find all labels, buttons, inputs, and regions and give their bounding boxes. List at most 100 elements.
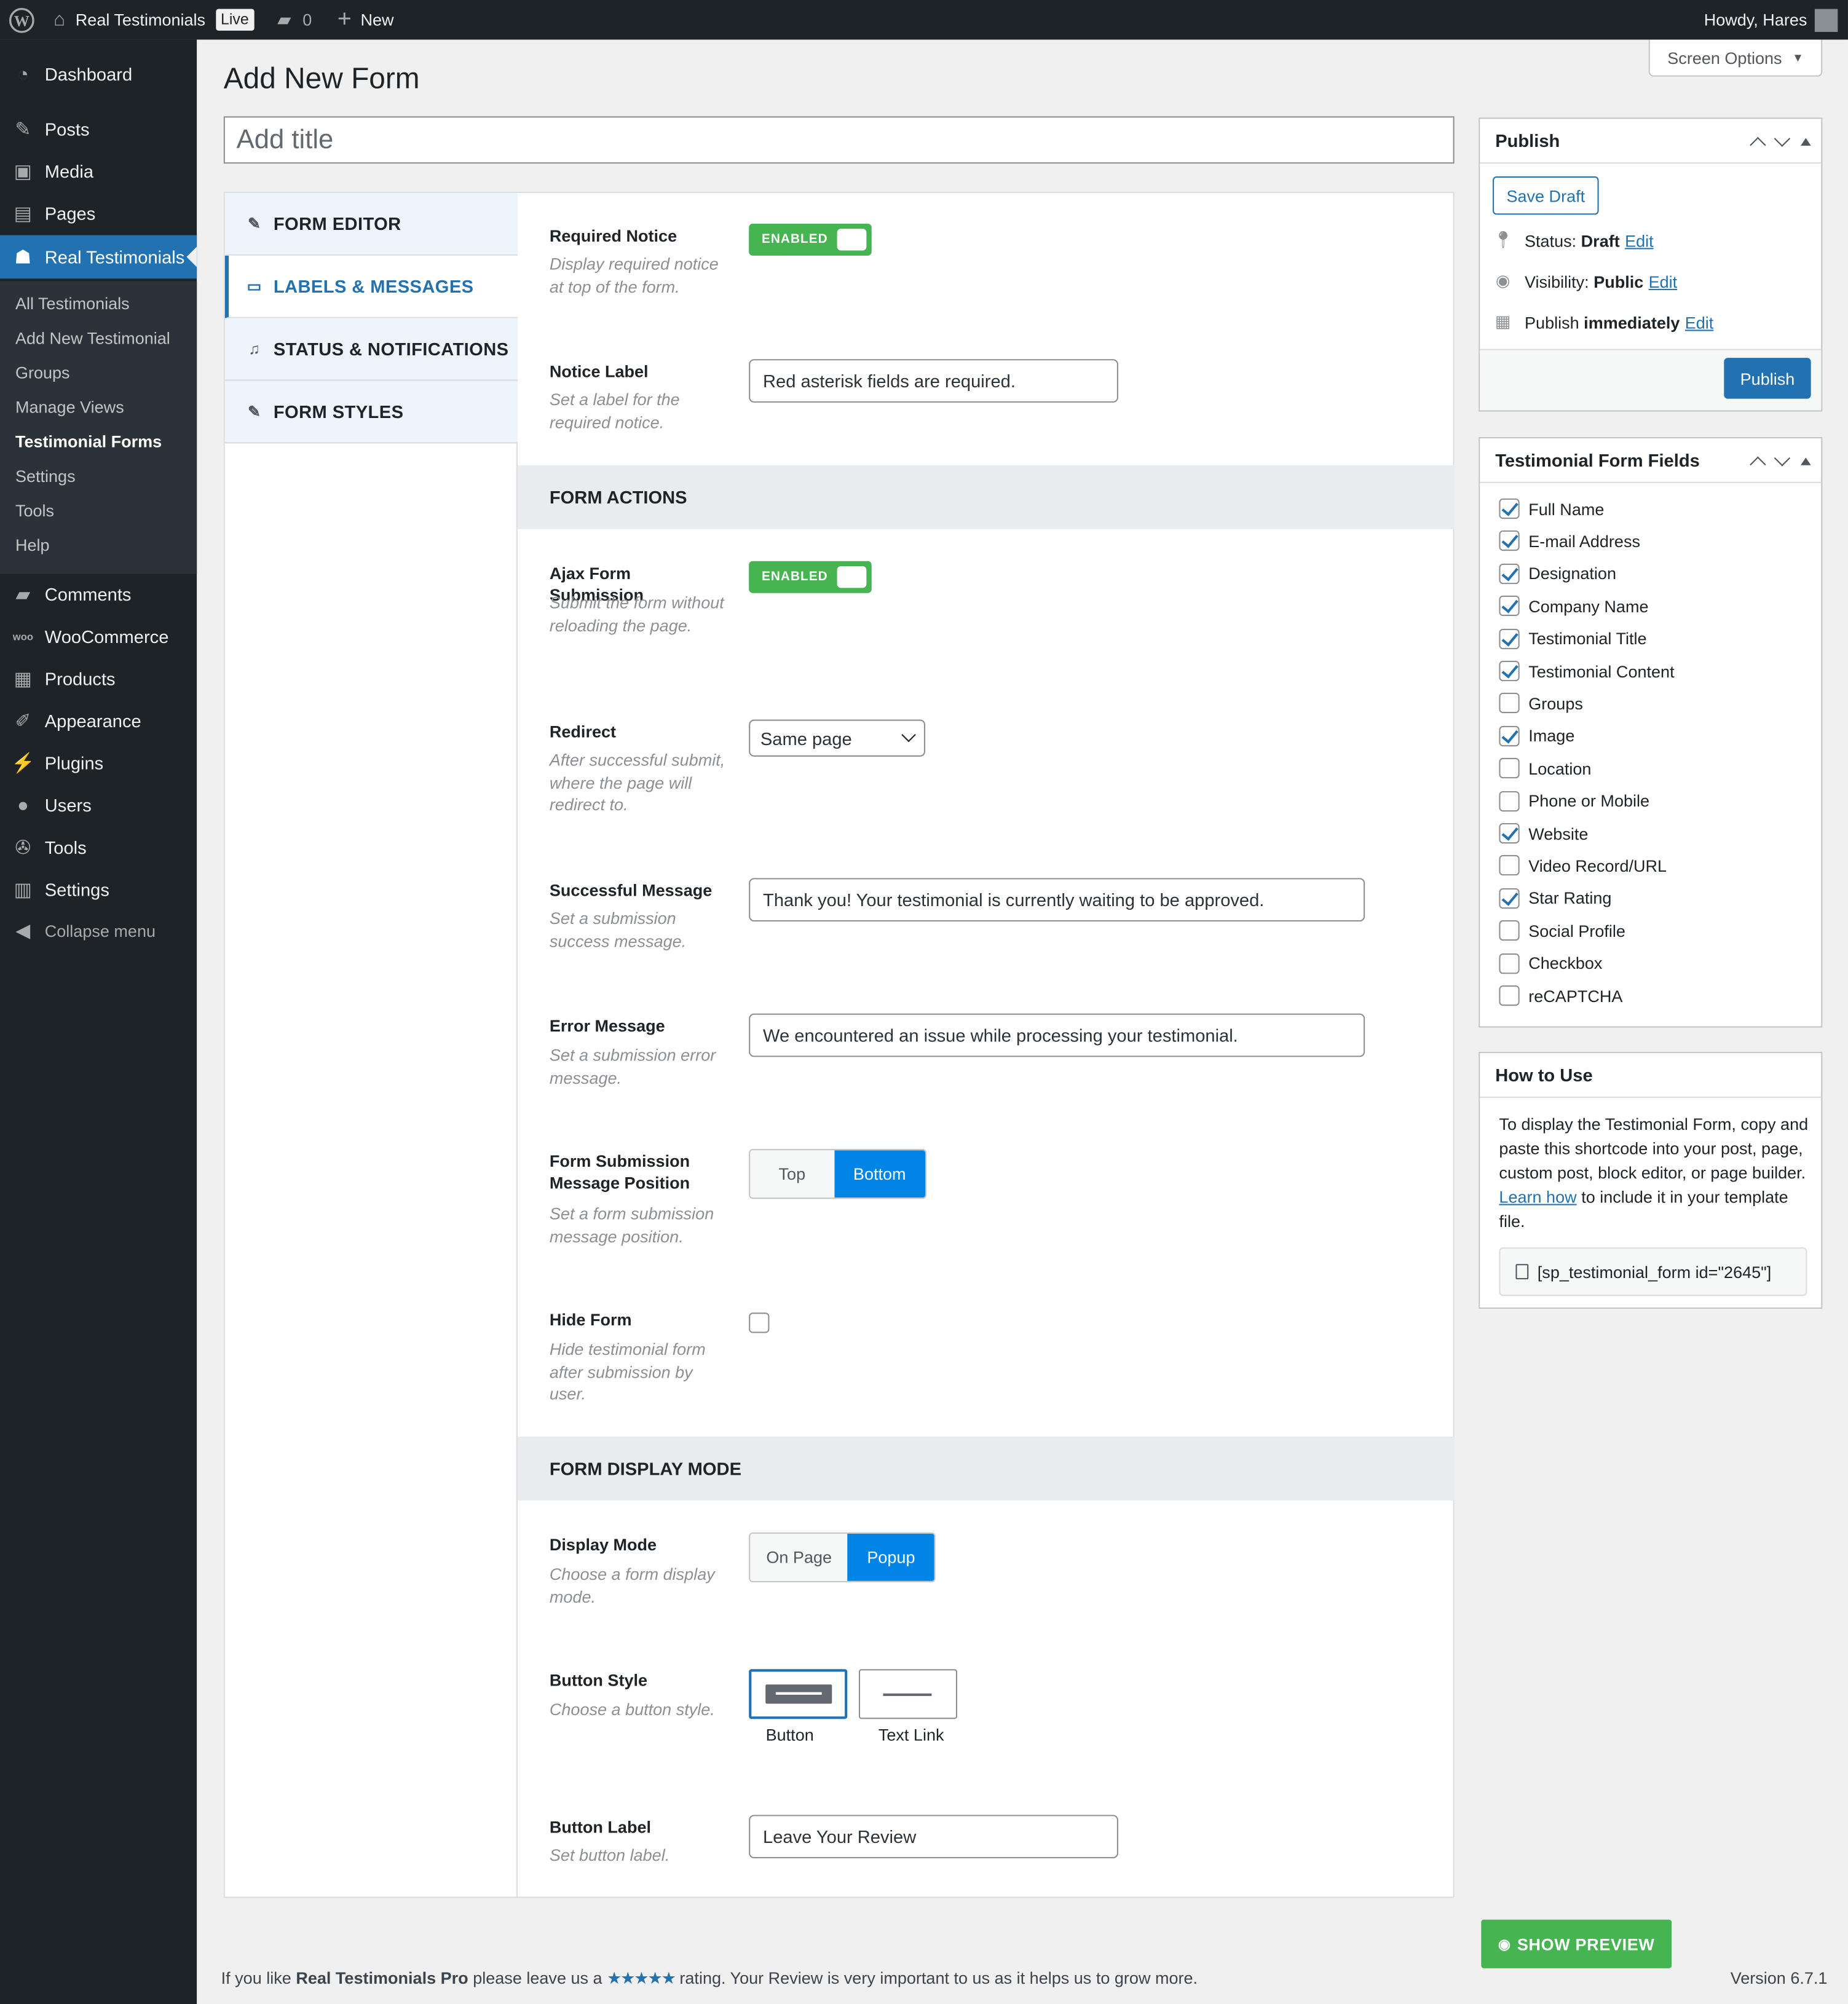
form-field-item[interactable]: Testimonial Content xyxy=(1499,660,1675,682)
form-field-item[interactable]: Company Name xyxy=(1499,596,1649,617)
menu-real-testimonials[interactable]: ☗ Real Testimonials xyxy=(0,235,197,279)
screen-options-button[interactable]: Screen Options ▼ xyxy=(1648,39,1823,77)
field-checkbox[interactable] xyxy=(1499,563,1520,584)
form-field-item[interactable]: Social Profile xyxy=(1499,920,1625,941)
caret-down-icon: ▼ xyxy=(1792,51,1804,64)
wordpress-logo-icon[interactable]: W xyxy=(9,0,35,39)
footer-brand: Real Testimonials Pro xyxy=(296,1968,468,1988)
learn-how-link[interactable]: Learn how xyxy=(1499,1187,1576,1206)
menu-collapse[interactable]: ◀ Collapse menu xyxy=(0,909,197,952)
submenu-add-new-testimonial[interactable]: Add New Testimonial xyxy=(15,326,170,352)
form-field-item[interactable]: Full Name xyxy=(1499,498,1604,519)
field-checkbox[interactable] xyxy=(1499,596,1520,617)
site-name-link[interactable]: ⌂ Real Testimonials Live xyxy=(53,0,255,39)
toggle-panel-icon[interactable] xyxy=(1801,137,1811,145)
field-checkbox[interactable] xyxy=(1499,660,1520,682)
field-checkbox[interactable] xyxy=(1499,725,1520,746)
toggle-knob xyxy=(837,229,867,251)
field-checkbox[interactable] xyxy=(1499,693,1520,714)
my-account-link[interactable]: Howdy, Hares xyxy=(1704,0,1838,39)
move-up-icon[interactable] xyxy=(1750,136,1766,153)
submenu-manage-views[interactable]: Manage Views xyxy=(15,395,124,420)
field-checkbox[interactable] xyxy=(1499,888,1520,909)
notice-label-input[interactable]: Red asterisk fields are required. xyxy=(749,359,1118,403)
display-on-page-option[interactable]: On Page xyxy=(750,1533,848,1581)
hide-form-checkbox[interactable] xyxy=(749,1312,770,1333)
toggle-panel-icon[interactable] xyxy=(1801,457,1811,465)
menu-users[interactable]: ● Users xyxy=(0,783,197,827)
field-checkbox[interactable] xyxy=(1499,758,1520,779)
menu-woocommerce[interactable]: woo WooCommerce xyxy=(0,615,197,658)
button-style-button-option[interactable] xyxy=(749,1669,848,1719)
title-input[interactable] xyxy=(223,116,1455,164)
menu-settings[interactable]: ▥ Settings xyxy=(0,868,197,912)
move-up-icon[interactable] xyxy=(1750,456,1766,472)
field-checkbox[interactable] xyxy=(1499,823,1520,844)
field-checkbox[interactable] xyxy=(1499,855,1520,876)
ajax-toggle[interactable]: ENABLED xyxy=(749,561,872,593)
menu-comments[interactable]: ▰ Comments xyxy=(0,572,197,616)
form-field-item[interactable]: Groups xyxy=(1499,693,1583,714)
menu-pages[interactable]: ▤ Pages xyxy=(0,192,197,235)
field-checkbox[interactable] xyxy=(1499,985,1520,1006)
menu-media[interactable]: ▣ Media xyxy=(0,149,197,193)
tab-status-notifications[interactable]: ♫ STATUS & NOTIFICATIONS xyxy=(224,318,518,381)
button-label-input[interactable]: Leave Your Review xyxy=(749,1815,1118,1859)
submenu-all-testimonials[interactable]: All Testimonials xyxy=(15,291,130,317)
form-field-item[interactable]: Website xyxy=(1499,823,1588,844)
form-field-item[interactable]: E-mail Address xyxy=(1499,531,1640,551)
shortcode-copy-box[interactable]: [sp_testimonial_form id="2645"] xyxy=(1499,1247,1807,1296)
form-field-item[interactable]: Phone or Mobile xyxy=(1499,791,1649,811)
ajax-desc: Submit the form without reloading the pa… xyxy=(549,593,724,635)
redirect-select[interactable]: Same page xyxy=(749,719,926,757)
move-down-icon[interactable] xyxy=(1774,450,1791,467)
form-field-item[interactable]: Image xyxy=(1499,725,1574,746)
comments-link[interactable]: ▰ 0 xyxy=(277,0,312,39)
edit-status-link[interactable]: Edit xyxy=(1625,231,1654,250)
menu-appearance[interactable]: ✐ Appearance xyxy=(0,699,197,743)
submenu-settings[interactable]: Settings xyxy=(15,464,76,490)
error-message-input[interactable]: We encountered an issue while processing… xyxy=(749,1013,1365,1057)
submenu-testimonial-forms[interactable]: Testimonial Forms xyxy=(15,430,162,456)
publish-button[interactable]: Publish xyxy=(1724,358,1811,399)
menu-dashboard[interactable]: ◔ Dashboard xyxy=(0,52,197,96)
form-field-item[interactable]: Star Rating xyxy=(1499,888,1611,909)
field-checkbox[interactable] xyxy=(1499,920,1520,941)
form-field-item[interactable]: Checkbox xyxy=(1499,953,1602,974)
tab-form-styles[interactable]: ✎ FORM STYLES xyxy=(224,381,518,444)
form-field-item[interactable]: Designation xyxy=(1499,563,1616,584)
form-field-item[interactable]: Video Record/URL xyxy=(1499,855,1667,876)
field-checkbox[interactable] xyxy=(1499,531,1520,551)
rating-stars-link[interactable]: ★★★★★ xyxy=(607,1968,676,1987)
field-checkbox[interactable] xyxy=(1499,628,1520,649)
form-field-item[interactable]: reCAPTCHA xyxy=(1499,985,1622,1006)
show-preview-button[interactable]: ◉ SHOW PREVIEW xyxy=(1481,1919,1672,1968)
submenu-help[interactable]: Help xyxy=(15,533,50,559)
edit-schedule-link[interactable]: Edit xyxy=(1685,312,1714,331)
form-field-item[interactable]: Testimonial Title xyxy=(1499,628,1647,649)
field-checkbox[interactable] xyxy=(1499,791,1520,811)
menu-posts[interactable]: ✎ Posts xyxy=(0,108,197,151)
move-down-icon[interactable] xyxy=(1774,130,1791,147)
users-icon: ● xyxy=(17,794,29,816)
submenu-tools[interactable]: Tools xyxy=(15,499,54,524)
menu-products[interactable]: ▦ Products xyxy=(0,657,197,701)
required-notice-toggle[interactable]: ENABLED xyxy=(749,223,872,256)
save-draft-button[interactable]: Save Draft xyxy=(1493,176,1599,215)
tab-form-editor[interactable]: ✎ FORM EDITOR xyxy=(224,192,518,256)
tab-labels-messages[interactable]: ▭ LABELS & MESSAGES xyxy=(224,255,518,318)
position-bottom-option[interactable]: Bottom xyxy=(834,1150,926,1198)
button-style-text-link-option[interactable] xyxy=(858,1669,958,1719)
new-content-link[interactable]: + New xyxy=(338,0,394,39)
form-field-item[interactable]: Location xyxy=(1499,758,1591,779)
submenu-groups[interactable]: Groups xyxy=(15,360,70,386)
success-message-input[interactable]: Thank you! Your testimonial is currently… xyxy=(749,878,1365,922)
position-top-option[interactable]: Top xyxy=(750,1150,834,1198)
field-checkbox[interactable] xyxy=(1499,953,1520,974)
edit-visibility-link[interactable]: Edit xyxy=(1649,272,1678,291)
redirect-label: Redirect xyxy=(549,722,617,741)
menu-tools[interactable]: ✇ Tools xyxy=(0,826,197,869)
display-popup-option[interactable]: Popup xyxy=(848,1533,934,1581)
menu-plugins[interactable]: ⚡ Plugins xyxy=(0,741,197,785)
field-checkbox[interactable] xyxy=(1499,498,1520,519)
